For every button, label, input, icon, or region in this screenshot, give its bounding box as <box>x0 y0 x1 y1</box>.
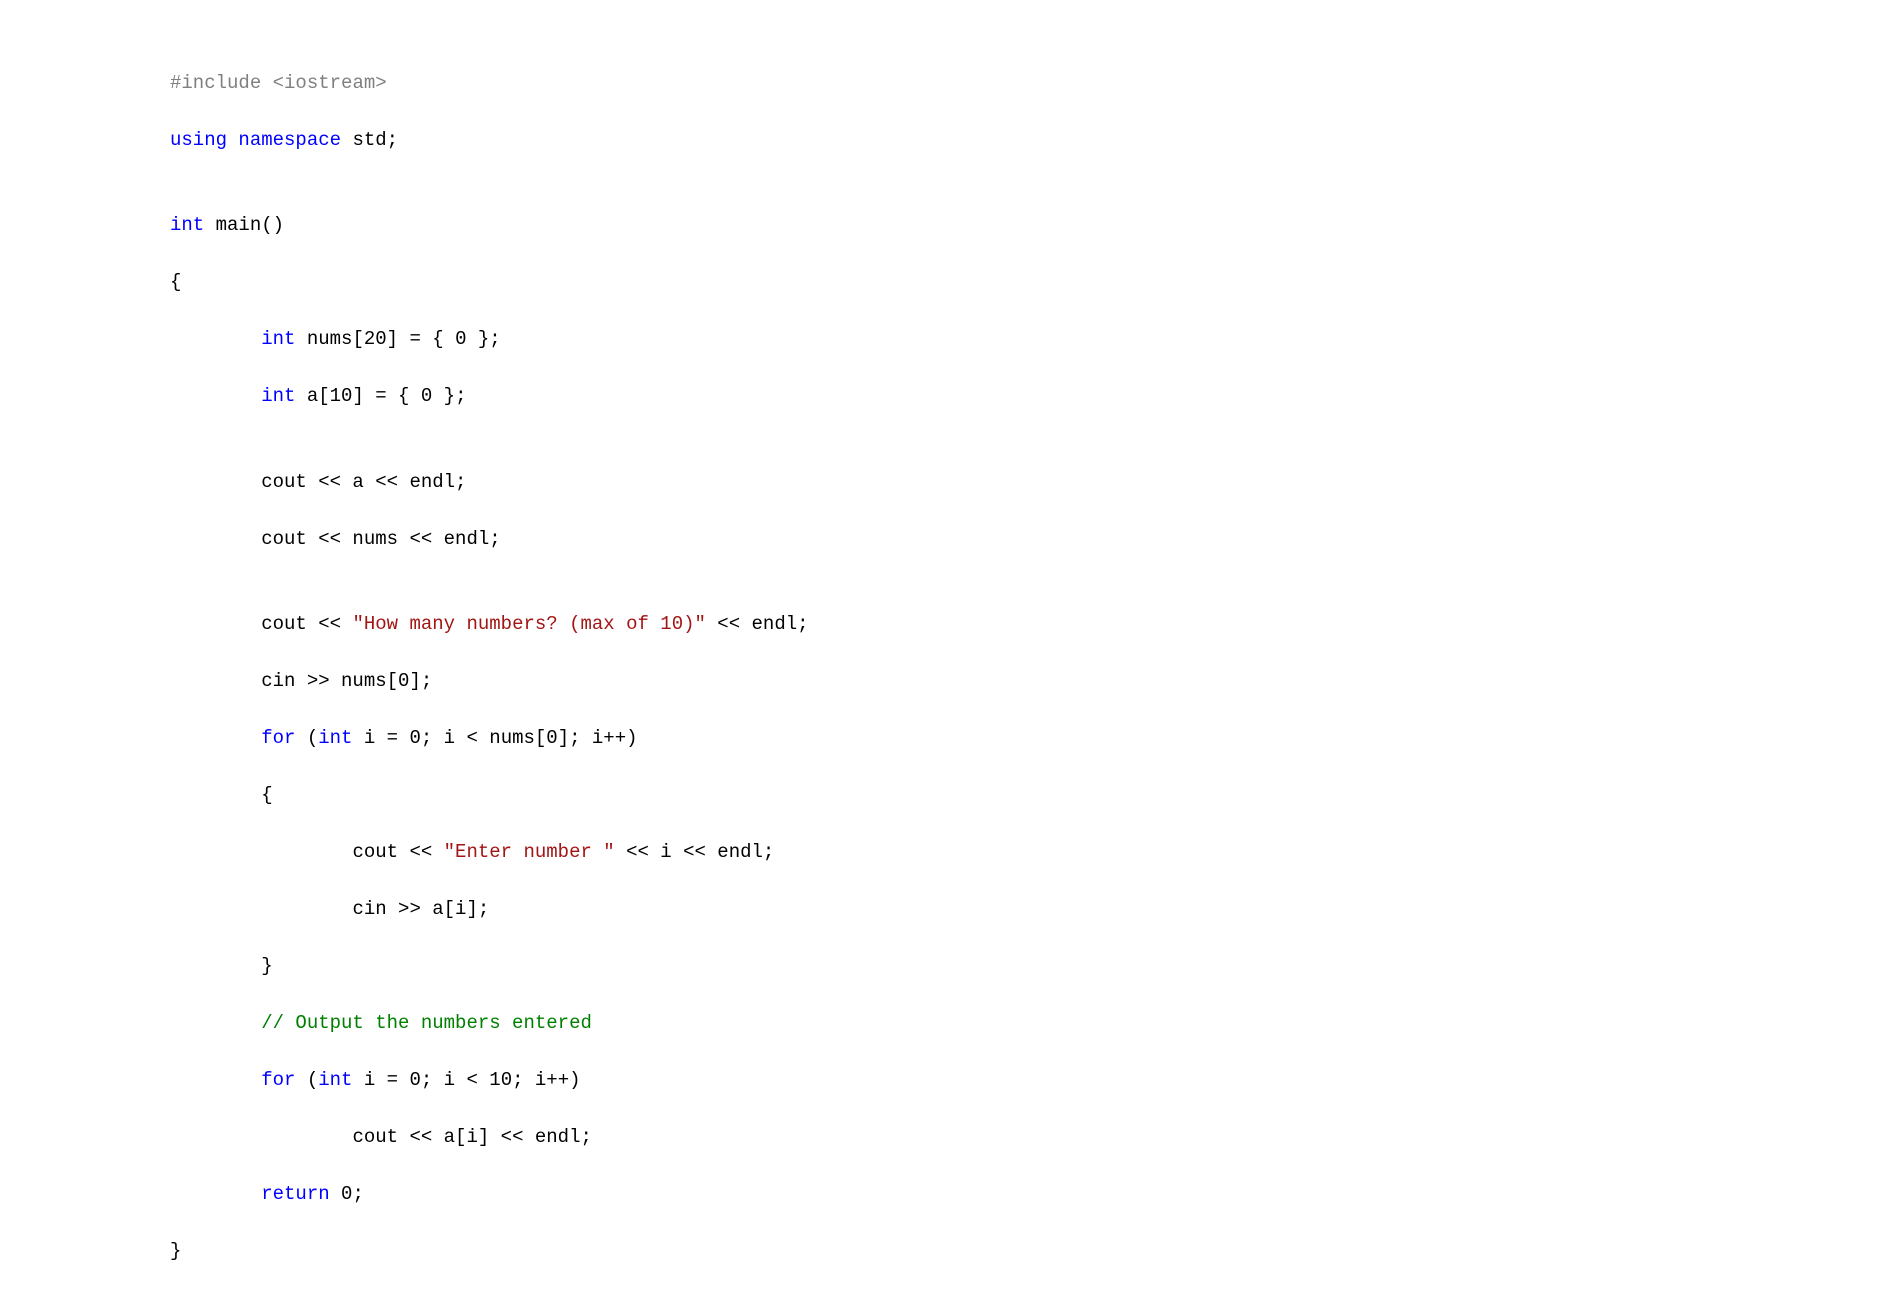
keyword-for: for <box>261 727 295 749</box>
stmt-cin: cin >> a[i]; <box>352 898 489 920</box>
code-line-13: cin >> nums[0]; <box>170 667 1901 696</box>
code-line-2: using namespace std; <box>170 126 1901 155</box>
identifier-std: std; <box>341 129 398 151</box>
code-line-12: cout << "How many numbers? (max of 10)" … <box>170 610 1901 639</box>
code-line-17: cin >> a[i]; <box>170 895 1901 924</box>
code-line-14: for (int i = 0; i < nums[0]; i++) <box>170 724 1901 753</box>
declaration-a: a[10] = { 0 }; <box>295 385 466 407</box>
for-condition: i = 0; i < nums[0]; i++) <box>352 727 637 749</box>
indent <box>170 528 261 550</box>
indent <box>170 898 352 920</box>
stmt-rest: << i << endl; <box>615 841 775 863</box>
return-value: 0; <box>330 1183 364 1205</box>
stmt-cout: cout << <box>352 841 443 863</box>
code-line-9: cout << a << endl; <box>170 468 1901 497</box>
function-main: main() <box>204 214 284 236</box>
string-literal: "How many numbers? (max of 10)" <box>352 613 705 635</box>
indent <box>170 1183 261 1205</box>
code-line-19: // Output the numbers entered <box>170 1009 1901 1038</box>
stmt-endl: << endl; <box>706 613 809 635</box>
type-int: int <box>318 727 352 749</box>
indent <box>170 727 261 749</box>
indent <box>170 1069 261 1091</box>
declaration-nums: nums[20] = { 0 }; <box>295 328 500 350</box>
keyword-namespace: namespace <box>238 129 341 151</box>
type-int: int <box>261 328 295 350</box>
indent <box>170 841 352 863</box>
indent <box>170 955 261 977</box>
code-line-18: } <box>170 952 1901 981</box>
brace-close: } <box>261 955 272 977</box>
code-line-21: cout << a[i] << endl; <box>170 1123 1901 1152</box>
comment: // Output the numbers entered <box>261 1012 592 1034</box>
string-literal: "Enter number " <box>444 841 615 863</box>
code-line-6: int nums[20] = { 0 }; <box>170 325 1901 354</box>
stmt-cin: cin >> nums[0]; <box>261 670 432 692</box>
indent <box>170 670 261 692</box>
type-int: int <box>261 385 295 407</box>
code-line-1: #include <iostream> <box>170 69 1901 98</box>
indent <box>170 328 261 350</box>
include-target: <iostream> <box>273 72 387 94</box>
keyword-return: return <box>261 1183 329 1205</box>
code-block: #include <iostream> using namespace std;… <box>0 0 1901 1294</box>
code-line-10: cout << nums << endl; <box>170 525 1901 554</box>
stmt-cout: cout << <box>261 613 352 635</box>
stmt-cout-a: cout << a << endl; <box>261 471 466 493</box>
indent <box>170 1012 261 1034</box>
brace-open: { <box>170 271 181 293</box>
indent <box>170 385 261 407</box>
code-line-5: { <box>170 268 1901 297</box>
type-int: int <box>170 214 204 236</box>
keyword-using: using <box>170 129 227 151</box>
paren-open: ( <box>295 1069 318 1091</box>
indent <box>170 1126 352 1148</box>
indent <box>170 471 261 493</box>
type-int: int <box>318 1069 352 1091</box>
code-line-4: int main() <box>170 211 1901 240</box>
code-line-20: for (int i = 0; i < 10; i++) <box>170 1066 1901 1095</box>
paren-open: ( <box>295 727 318 749</box>
code-line-23: } <box>170 1237 1901 1266</box>
keyword-for: for <box>261 1069 295 1091</box>
for-condition: i = 0; i < 10; i++) <box>352 1069 580 1091</box>
code-line-15: { <box>170 781 1901 810</box>
stmt-cout-nums: cout << nums << endl; <box>261 528 500 550</box>
code-line-7: int a[10] = { 0 }; <box>170 382 1901 411</box>
stmt-cout: cout << a[i] << endl; <box>352 1126 591 1148</box>
code-line-16: cout << "Enter number " << i << endl; <box>170 838 1901 867</box>
brace-close: } <box>170 1240 181 1262</box>
preprocessor-directive: #include <box>170 72 273 94</box>
indent <box>170 784 261 806</box>
code-line-22: return 0; <box>170 1180 1901 1209</box>
brace-open: { <box>261 784 272 806</box>
indent <box>170 613 261 635</box>
